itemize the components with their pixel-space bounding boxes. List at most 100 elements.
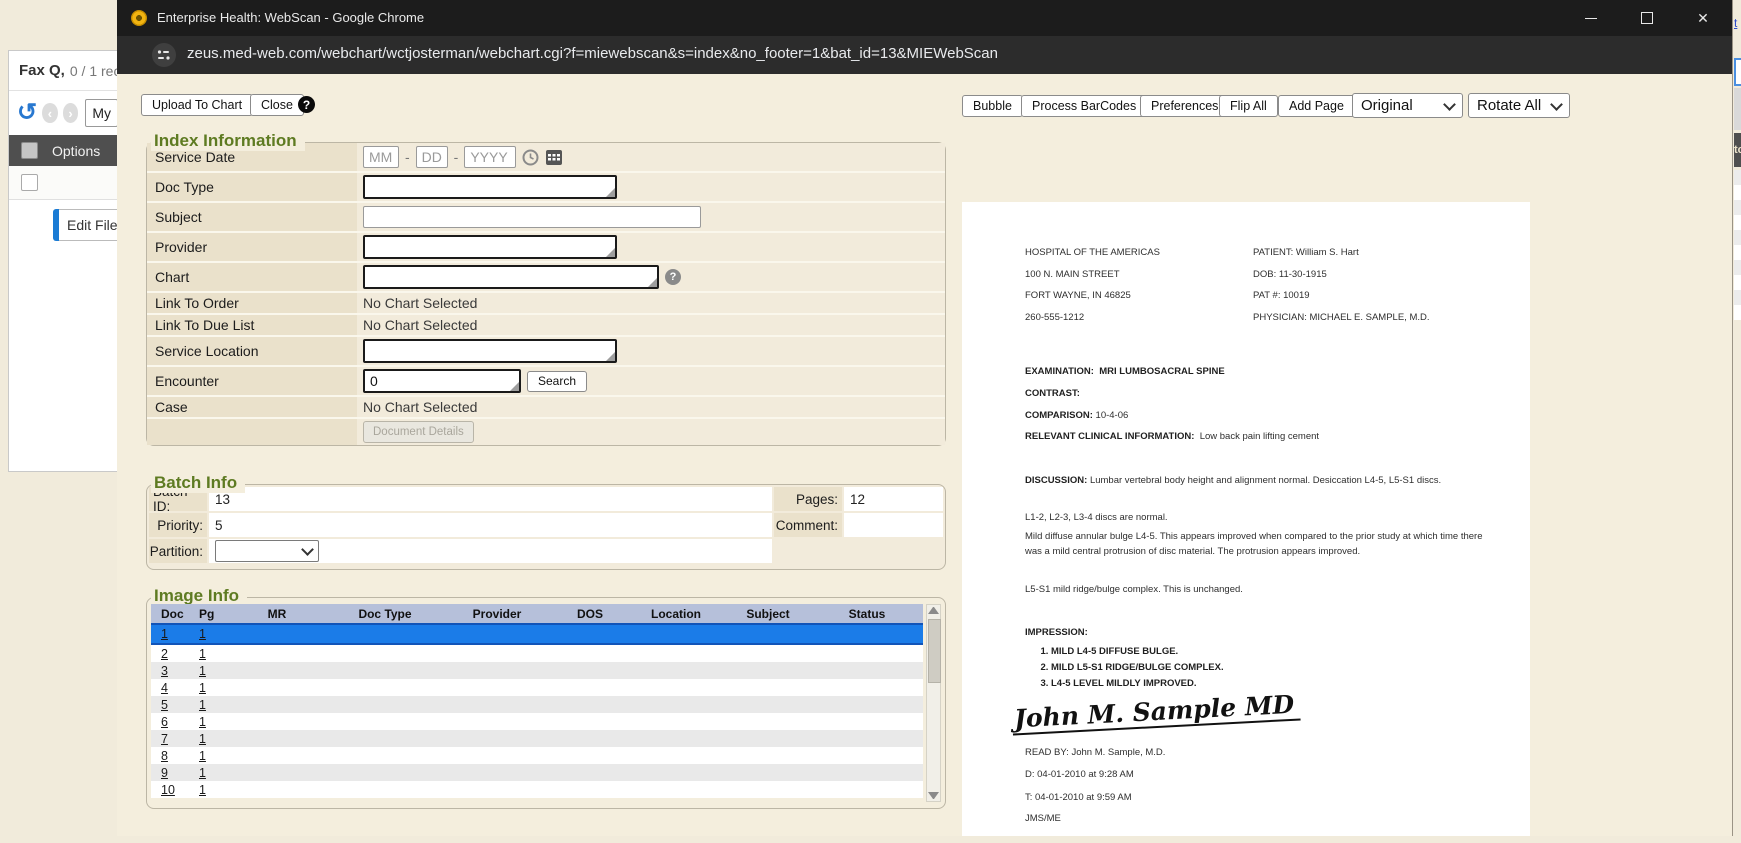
page-link[interactable]: 1: [189, 766, 225, 780]
image-row[interactable]: 101: [151, 781, 923, 798]
chart-row: Chart ?: [147, 263, 945, 293]
page-link[interactable]: 1: [189, 681, 225, 695]
image-row[interactable]: 81: [151, 747, 923, 764]
background-rows-fragment: [1734, 170, 1741, 320]
image-row[interactable]: 91: [151, 764, 923, 781]
image-row[interactable]: 51: [151, 696, 923, 713]
scroll-down-icon[interactable]: [928, 792, 939, 799]
bubble-button[interactable]: Bubble: [962, 95, 1023, 117]
row-checkbox[interactable]: [21, 174, 38, 191]
chevron-down-icon: [1443, 98, 1456, 111]
image-info-heading: Image Info: [151, 586, 247, 606]
doc-link[interactable]: 10: [151, 783, 189, 797]
facility-address-block: HOSPITAL OF THE AMERICAS 100 N. MAIN STR…: [1025, 246, 1160, 332]
examination-line: EXAMINATION: MRI LUMBOSACRAL SPINE: [1025, 365, 1225, 380]
provider-row: Provider: [147, 233, 945, 263]
image-row[interactable]: 31: [151, 662, 923, 679]
site-info-icon[interactable]: [152, 43, 176, 67]
service-date-yyyy-input[interactable]: [464, 146, 516, 168]
background-header-fragment: to: [1734, 133, 1741, 167]
doc-type-input[interactable]: [363, 175, 617, 199]
image-table-scrollbar[interactable]: [926, 604, 941, 802]
page-link[interactable]: 1: [189, 749, 225, 763]
service-date-mm-input[interactable]: [363, 146, 399, 168]
doc-link[interactable]: 3: [151, 664, 189, 678]
initials-line: JMS/ME: [1025, 812, 1061, 827]
column-header: Pg: [189, 607, 225, 621]
zoom-select[interactable]: Original: [1352, 93, 1463, 118]
process-barcodes-button[interactable]: Process BarCodes: [1021, 95, 1147, 117]
doc-link[interactable]: 5: [151, 698, 189, 712]
close-window-button[interactable]: ✕: [1681, 0, 1725, 36]
chart-help-icon[interactable]: ?: [665, 269, 681, 285]
url-text[interactable]: zeus.med-web.com/webchart/wctjosterman/w…: [187, 45, 998, 62]
doc-link[interactable]: 8: [151, 749, 189, 763]
column-header: DOS: [553, 607, 627, 621]
maximize-button[interactable]: [1625, 0, 1669, 36]
doc-link[interactable]: 7: [151, 732, 189, 746]
rotate-all-select[interactable]: Rotate All: [1468, 93, 1570, 118]
upload-to-chart-button[interactable]: Upload To Chart: [141, 94, 253, 116]
image-row[interactable]: 21: [151, 645, 923, 662]
image-table-body: 112131415161718191101: [151, 623, 923, 798]
image-info-table: DocPgMRDoc TypeProviderDOSLocationSubjec…: [151, 604, 923, 798]
chart-input[interactable]: [363, 265, 659, 289]
comment-label: Comment:: [774, 513, 842, 537]
impression-item: MILD L5-S1 RIDGE/BULGE COMPLEX.: [1051, 661, 1224, 676]
page-link[interactable]: 1: [189, 698, 225, 712]
scanned-document-page[interactable]: HOSPITAL OF THE AMERICAS 100 N. MAIN STR…: [962, 202, 1530, 836]
doc-type-row: Doc Type: [147, 173, 945, 203]
service-location-input[interactable]: [363, 339, 617, 363]
background-right-sliver: t to: [1734, 0, 1741, 843]
search-button[interactable]: Search: [527, 371, 587, 392]
close-icon: ✕: [1697, 11, 1709, 25]
image-row[interactable]: 11: [151, 623, 923, 645]
doc-link[interactable]: 1: [151, 627, 189, 641]
help-icon[interactable]: ?: [298, 96, 315, 113]
add-page-button[interactable]: Add Page: [1278, 95, 1355, 117]
encounter-input[interactable]: 0: [363, 369, 521, 393]
calendar-icon[interactable]: [545, 148, 563, 166]
time-icon[interactable]: [522, 149, 539, 166]
page-link[interactable]: 1: [189, 647, 225, 661]
page-link[interactable]: 1: [189, 664, 225, 678]
priority-value: 5: [209, 513, 772, 537]
image-row[interactable]: 41: [151, 679, 923, 696]
my-filter-dropdown[interactable]: My: [85, 99, 118, 127]
next-page-button[interactable]: ›: [63, 103, 79, 123]
doc-link[interactable]: 6: [151, 715, 189, 729]
subject-input[interactable]: [363, 206, 701, 228]
page-link[interactable]: 1: [189, 715, 225, 729]
link-to-due-list-label: Link To Due List: [147, 315, 357, 335]
refresh-icon[interactable]: ↺: [17, 101, 37, 125]
column-header: MR: [225, 607, 329, 621]
image-row[interactable]: 61: [151, 713, 923, 730]
dictated-line: D: 04-01-2010 at 9:28 AM: [1025, 768, 1134, 783]
pages-value: 12: [844, 487, 943, 511]
page-link[interactable]: 1: [189, 783, 225, 797]
link-to-order-label: Link To Order: [147, 293, 357, 313]
page-link[interactable]: 1: [189, 627, 225, 641]
scrollbar-thumb[interactable]: [928, 619, 941, 683]
chevron-down-icon: [301, 543, 314, 556]
partition-select[interactable]: [215, 540, 319, 562]
image-row[interactable]: 71: [151, 730, 923, 747]
close-button[interactable]: Close: [250, 94, 304, 116]
fax-queue-title: Fax Q,: [19, 62, 65, 79]
page-link[interactable]: 1: [189, 732, 225, 746]
select-all-checkbox[interactable]: [21, 142, 38, 159]
minimize-button[interactable]: [1569, 0, 1613, 36]
doc-link[interactable]: 4: [151, 681, 189, 695]
doc-link[interactable]: 9: [151, 766, 189, 780]
minimize-icon: [1585, 18, 1597, 19]
doc-link[interactable]: 2: [151, 647, 189, 661]
provider-input[interactable]: [363, 235, 617, 259]
service-date-dd-input[interactable]: [416, 146, 448, 168]
preferences-button[interactable]: Preferences: [1140, 95, 1229, 117]
transcribed-line: T: 04-01-2010 at 9:59 AM: [1025, 791, 1132, 806]
flip-all-button[interactable]: Flip All: [1219, 95, 1278, 117]
link-to-due-list-row: Link To Due List No Chart Selected: [147, 315, 945, 337]
scroll-up-icon[interactable]: [928, 607, 939, 614]
normal-discs-line: L1-2, L2-3, L3-4 discs are normal.: [1025, 511, 1168, 526]
prev-page-button[interactable]: ‹: [42, 103, 58, 123]
